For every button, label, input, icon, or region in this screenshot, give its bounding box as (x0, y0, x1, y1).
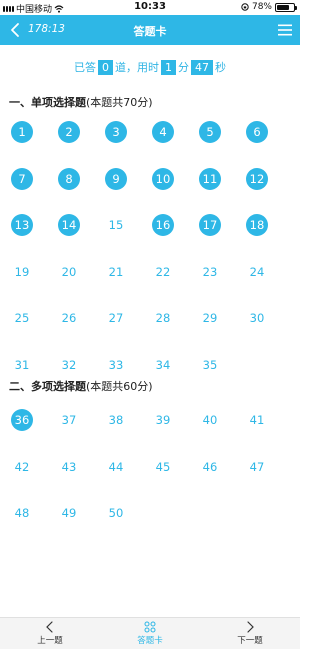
summary-mid: 道，用时 (115, 61, 159, 74)
question-number-button[interactable]: 20 (58, 261, 80, 283)
section-heading: 一、单项选择题 (9, 96, 86, 109)
previous-question-label: 上一题 (37, 636, 63, 646)
question-number-button[interactable]: 16 (152, 214, 174, 236)
question-number-button[interactable]: 17 (199, 214, 221, 236)
question-number-button[interactable]: 11 (199, 167, 221, 190)
question-number-button[interactable]: 14 (58, 214, 80, 236)
rotation-lock-icon (241, 3, 249, 11)
question-number-button[interactable]: 30 (246, 307, 268, 329)
battery-icon (275, 2, 297, 12)
question-number-button[interactable]: 48 (11, 502, 33, 524)
section-score-note: (本题共70分) (86, 96, 153, 109)
question-number-button[interactable]: 24 (246, 261, 268, 283)
question-number-button[interactable]: 47 (246, 456, 268, 478)
chevron-right-icon (247, 621, 254, 633)
nav-bar: 178:13 答题卡 (0, 15, 300, 45)
question-number-button[interactable]: 9 (105, 167, 127, 190)
question-number-button[interactable]: 1 (11, 121, 33, 143)
question-number-button[interactable]: 15 (105, 214, 127, 236)
question-number-button[interactable]: 45 (152, 456, 174, 478)
question-number-button[interactable]: 46 (199, 456, 221, 478)
question-number-button[interactable]: 6 (246, 121, 268, 143)
question-number-button[interactable]: 28 (152, 307, 174, 329)
question-number-button[interactable]: 42 (11, 456, 33, 478)
next-question-button[interactable]: 下一题 (220, 621, 280, 646)
answer-summary: 已答 0 道，用时 1 分 47 秒 (0, 59, 300, 75)
elapsed-minutes: 1 (161, 60, 176, 75)
bottom-toolbar: 上一题 答题卡 下一题 (0, 617, 300, 649)
question-number-button[interactable]: 34 (152, 354, 174, 376)
question-number-button[interactable]: 7 (11, 167, 33, 190)
question-number-button[interactable]: 29 (199, 307, 221, 329)
section-heading: 二、多项选择题 (9, 380, 86, 393)
question-number-button[interactable]: 31 (11, 354, 33, 376)
question-number-button[interactable]: 37 (58, 409, 80, 431)
question-number-button[interactable]: 22 (152, 261, 174, 283)
chevron-left-icon (46, 621, 53, 633)
question-number-button[interactable]: 2 (58, 121, 80, 143)
question-number-button[interactable]: 36 (11, 409, 33, 431)
question-number-button[interactable]: 41 (246, 409, 268, 431)
question-number-button[interactable]: 4 (152, 121, 174, 143)
question-number-button[interactable]: 5 (199, 121, 221, 143)
previous-question-button[interactable]: 上一题 (20, 621, 80, 646)
answer-card-button[interactable]: 答题卡 (120, 621, 180, 646)
question-number-button[interactable]: 10 (152, 167, 174, 190)
minutes-unit: 分 (178, 61, 189, 74)
question-number-button[interactable]: 26 (58, 307, 80, 329)
question-number-button[interactable]: 50 (105, 502, 127, 524)
section-score-note: (本题共60分) (86, 380, 153, 393)
section-title-single-choice: 一、单项选择题(本题共70分) (9, 94, 153, 110)
status-bar: 中国移动 10:33 78% (0, 0, 300, 15)
answered-count: 0 (98, 60, 113, 75)
question-number-button[interactable]: 40 (199, 409, 221, 431)
question-number-button[interactable]: 35 (199, 354, 221, 376)
question-number-button[interactable]: 19 (11, 261, 33, 283)
elapsed-seconds: 47 (191, 60, 213, 75)
question-number-button[interactable]: 33 (105, 354, 127, 376)
summary-prefix: 已答 (74, 61, 96, 74)
seconds-unit: 秒 (215, 61, 226, 74)
battery-fill (277, 4, 290, 10)
status-right: 78% (241, 2, 297, 12)
question-number-button[interactable]: 8 (58, 167, 80, 190)
question-number-button[interactable]: 12 (246, 167, 268, 190)
question-number-button[interactable]: 38 (105, 409, 127, 431)
next-question-label: 下一题 (237, 636, 263, 646)
question-number-button[interactable]: 44 (105, 456, 127, 478)
grid-card-icon (144, 621, 156, 633)
page-title: 答题卡 (133, 25, 167, 38)
question-number-button[interactable]: 18 (246, 214, 268, 236)
question-number-button[interactable]: 39 (152, 409, 174, 431)
question-number-button[interactable]: 23 (199, 261, 221, 283)
question-number-button[interactable]: 13 (11, 214, 33, 236)
question-number-button[interactable]: 43 (58, 456, 80, 478)
answer-card-label: 答题卡 (137, 636, 163, 646)
section-title-multiple-choice: 二、多项选择题(本题共60分) (9, 378, 153, 394)
question-number-button[interactable]: 3 (105, 121, 127, 143)
question-number-button[interactable]: 21 (105, 261, 127, 283)
question-number-button[interactable]: 32 (58, 354, 80, 376)
question-number-button[interactable]: 25 (11, 307, 33, 329)
question-number-button[interactable]: 27 (105, 307, 127, 329)
hamburger-menu-icon[interactable] (278, 23, 292, 37)
battery-percent: 78% (251, 2, 272, 12)
question-number-button[interactable]: 49 (58, 502, 80, 524)
